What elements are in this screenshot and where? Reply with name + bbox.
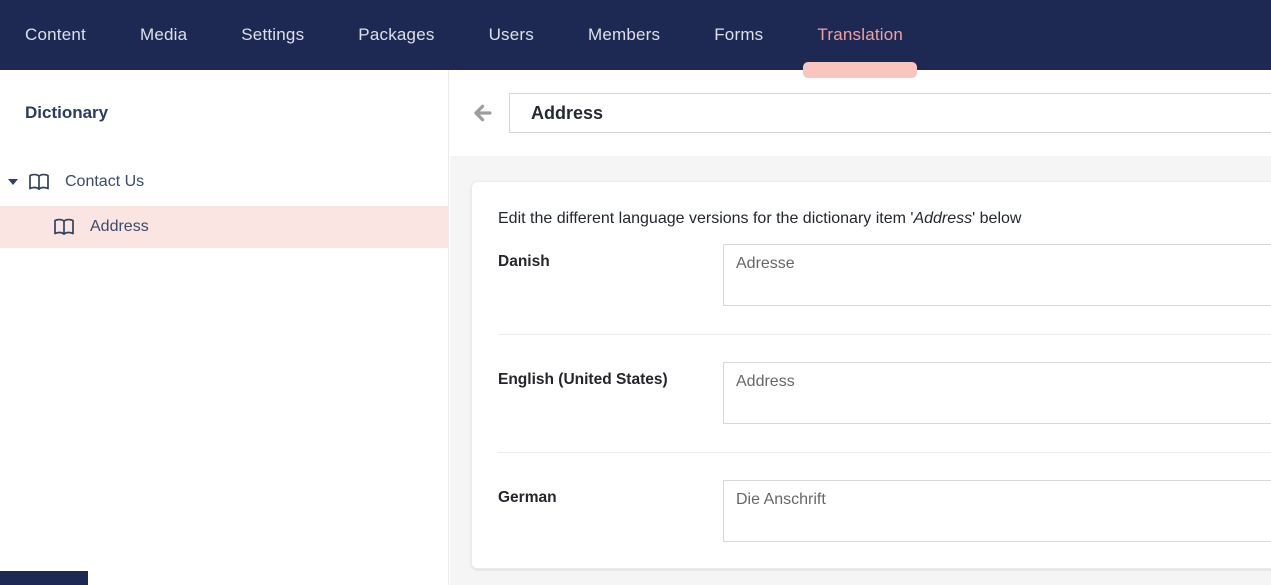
nav-item-media[interactable]: Media <box>140 0 187 70</box>
language-label: Danish <box>498 244 723 271</box>
caret-down-icon[interactable] <box>8 179 18 185</box>
language-label: English (United States) <box>498 362 723 389</box>
active-tab-indicator <box>803 62 917 78</box>
tree-item-label: Contact Us <box>65 173 144 191</box>
tree-item-contact-us[interactable]: Contact Us <box>0 166 448 197</box>
edit-instruction: Edit the different language versions for… <box>498 210 1271 228</box>
book-icon <box>27 172 51 192</box>
instruction-item-name: Address <box>913 210 972 227</box>
nav-item-translation-label: Translation <box>817 0 903 70</box>
translation-input-danish[interactable]: Adresse <box>723 244 1271 306</box>
bottom-left-strip <box>0 571 88 585</box>
translation-input-english-united-states[interactable]: Address <box>723 362 1271 424</box>
field-row-danish: Danish Adresse <box>498 244 1271 306</box>
instruction-suffix: ' below <box>972 210 1021 227</box>
field-row-german: German Die Anschrift <box>498 480 1271 542</box>
book-icon <box>52 217 76 237</box>
nav-item-members[interactable]: Members <box>588 0 660 70</box>
tree-item-address[interactable]: Address <box>0 206 448 248</box>
nav-item-translation[interactable]: Translation <box>817 0 903 70</box>
nav-item-users[interactable]: Users <box>489 0 534 70</box>
top-navigation: Content Media Settings Packages Users Me… <box>0 0 1271 70</box>
sidebar-title: Dictionary <box>25 103 448 123</box>
nav-item-packages[interactable]: Packages <box>358 0 434 70</box>
editor-header <box>449 70 1271 156</box>
translation-input-german[interactable]: Die Anschrift <box>723 480 1271 542</box>
item-name-input[interactable] <box>509 93 1271 133</box>
arrow-left-icon[interactable] <box>470 101 494 125</box>
nav-item-forms[interactable]: Forms <box>714 0 763 70</box>
field-divider <box>498 452 1271 453</box>
tree-sidebar: Dictionary Contact Us Address <box>0 70 449 585</box>
tree-item-label: Address <box>90 218 149 236</box>
dictionary-editor-card: Edit the different language versions for… <box>471 181 1271 569</box>
nav-item-settings[interactable]: Settings <box>241 0 304 70</box>
field-divider <box>498 334 1271 335</box>
language-label: German <box>498 480 723 507</box>
instruction-prefix: Edit the different language versions for… <box>498 210 913 227</box>
dictionary-tree: Contact Us Address <box>0 166 448 248</box>
field-row-english-united-states: English (United States) Address <box>498 362 1271 424</box>
nav-item-content[interactable]: Content <box>25 0 86 70</box>
